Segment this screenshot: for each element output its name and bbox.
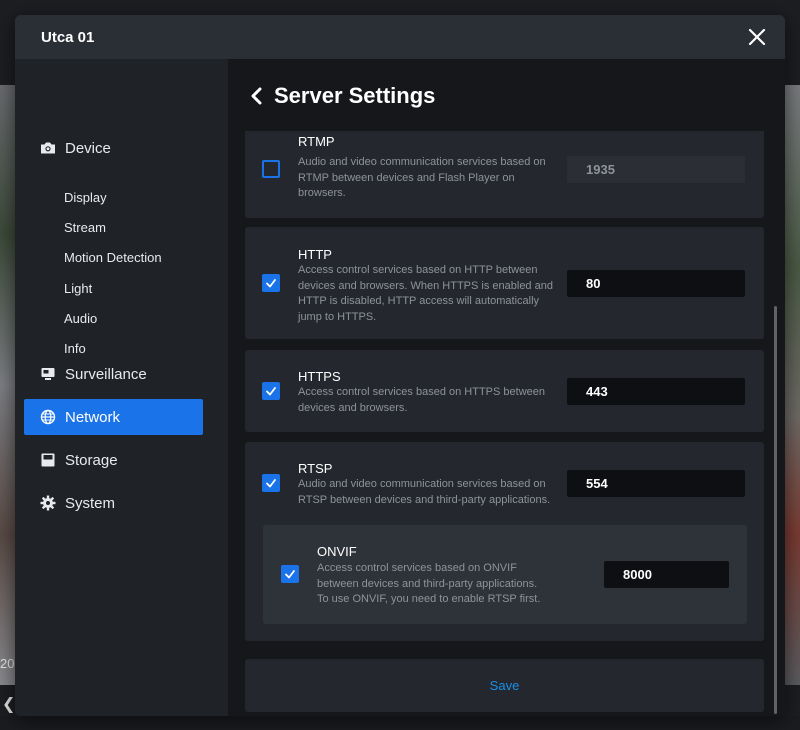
close-button[interactable] (743, 23, 771, 51)
service-card-rtmp: RTMP Audio and video communication servi… (245, 131, 764, 218)
camera-feed-right (784, 85, 800, 685)
sidebar-item-network[interactable]: Network (24, 399, 203, 435)
main-panel: Server Settings RTMP Audio and video com… (228, 59, 785, 716)
sidebar-subitem-display[interactable]: Display (64, 187, 107, 209)
scrollbar[interactable] (774, 306, 777, 714)
modal-header: Utca 01 (15, 15, 785, 59)
sidebar-item-storage[interactable]: Storage (24, 442, 203, 478)
sidebar-item-system[interactable]: System (24, 485, 203, 521)
service-name: ONVIF (317, 544, 357, 559)
service-card-https: HTTPS Access control services based on H… (245, 350, 764, 432)
settings-modal: Utca 01 Device Display Stream Motion Det… (15, 15, 785, 716)
camera-icon (40, 140, 56, 156)
sidebar-item-label: Storage (65, 451, 118, 469)
chevron-left-icon[interactable] (248, 86, 264, 106)
onvif-port-input[interactable] (604, 561, 729, 588)
save-bar: Save (245, 659, 764, 712)
sidebar-subitem-stream[interactable]: Stream (64, 217, 106, 239)
service-description: Audio and video communication services b… (298, 156, 546, 199)
sidebar: Device Display Stream Motion Detection L… (15, 59, 228, 716)
service-description: Access control services based on HTTPS b… (298, 386, 546, 414)
sidebar-item-surveillance[interactable]: Surveillance (24, 356, 203, 392)
check-icon (266, 387, 276, 396)
page-title[interactable]: Server Settings (248, 81, 435, 111)
service-card-http: HTTP Access control services based on HT… (245, 227, 764, 339)
service-name: RTSP (298, 461, 333, 476)
background-bottom-bar (0, 716, 800, 730)
onvif-checkbox[interactable] (281, 565, 299, 583)
storage-icon (40, 452, 56, 468)
service-card-rtsp: RTSP Audio and video communication servi… (245, 442, 764, 641)
sidebar-subitem-motion-detection[interactable]: Motion Detection (64, 247, 162, 269)
chevron-left-icon[interactable]: ❮ (2, 694, 15, 714)
sidebar-item-label: Network (65, 408, 121, 426)
service-description: Audio and video communication services b… (298, 478, 551, 506)
rtmp-checkbox[interactable] (262, 160, 280, 178)
settings-scroll-area[interactable]: RTMP Audio and video communication servi… (228, 131, 785, 716)
http-checkbox[interactable] (262, 274, 280, 292)
sidebar-item-label: Surveillance (65, 365, 147, 383)
page-title-text: Server Settings (274, 83, 436, 108)
check-icon (285, 570, 295, 579)
sidebar-item-label: System (65, 494, 116, 512)
monitor-icon (40, 366, 56, 382)
sidebar-subitem-audio[interactable]: Audio (64, 308, 97, 330)
globe-icon (40, 409, 56, 425)
camera-feed-left (0, 85, 16, 685)
gear-icon (40, 495, 56, 511)
rtsp-port-input[interactable] (567, 470, 745, 497)
http-port-input[interactable] (567, 270, 745, 297)
background-timestamp-fragment: 20 (0, 656, 15, 671)
service-name: RTMP (298, 134, 335, 149)
service-card-onvif: ONVIF Access control services based on O… (263, 525, 747, 624)
modal-title: Utca 01 (41, 28, 95, 46)
rtsp-checkbox[interactable] (262, 474, 280, 492)
rtmp-port-input[interactable] (567, 156, 745, 183)
https-checkbox[interactable] (262, 382, 280, 400)
service-name: HTTP (298, 247, 332, 262)
save-button[interactable]: Save (490, 678, 520, 693)
sidebar-item-device[interactable]: Device (24, 130, 203, 166)
service-description: Access control services based on ONVIF b… (317, 562, 541, 605)
close-icon (748, 28, 766, 46)
service-name: HTTPS (298, 369, 341, 384)
sidebar-item-label: Device (65, 139, 111, 157)
https-port-input[interactable] (567, 378, 745, 405)
sidebar-subitem-light[interactable]: Light (64, 278, 92, 300)
check-icon (266, 279, 276, 288)
check-icon (266, 479, 276, 488)
service-description: Access control services based on HTTP be… (298, 264, 553, 323)
